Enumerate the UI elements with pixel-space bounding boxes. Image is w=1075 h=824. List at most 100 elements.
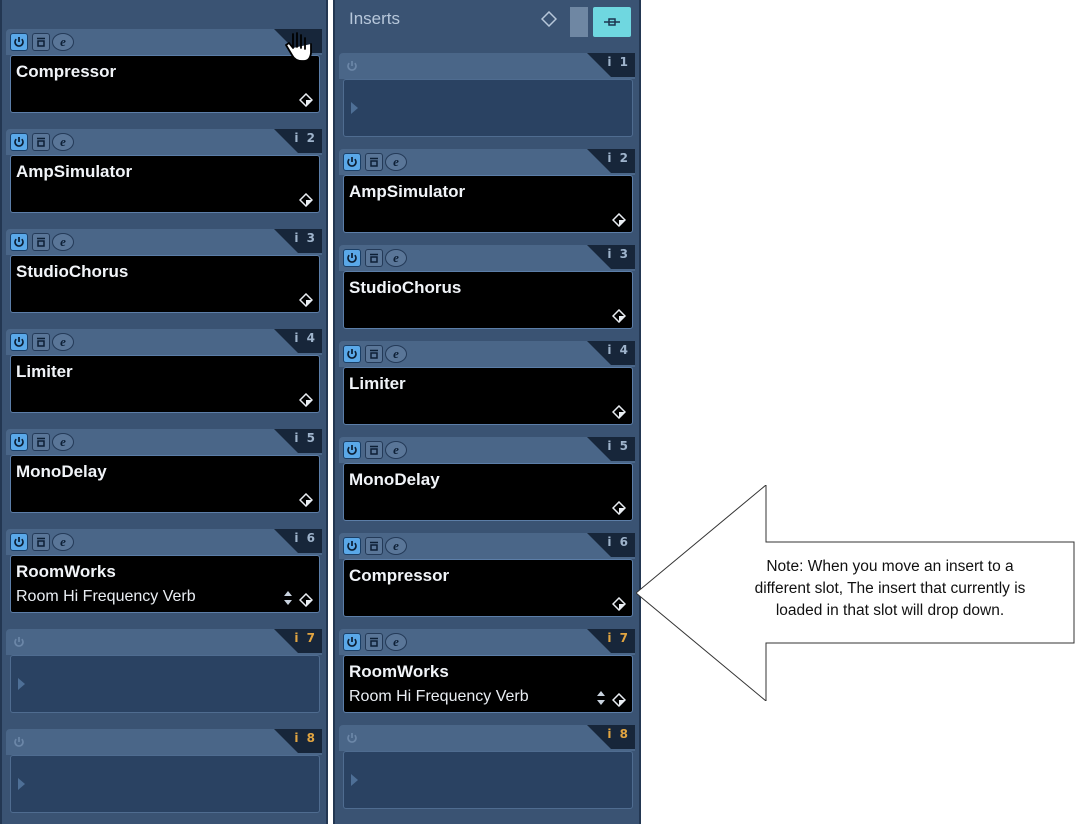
plugin-selector[interactable]: AmpSimulator xyxy=(10,155,320,213)
preset-name[interactable]: Room Hi Frequency Verb xyxy=(16,588,196,606)
plugin-selector[interactable]: Limiter xyxy=(10,355,320,413)
bypass-button[interactable] xyxy=(365,441,383,459)
bypass-icon xyxy=(370,637,378,647)
link-toggle-button[interactable] xyxy=(593,7,631,37)
edit-button[interactable]: e xyxy=(385,537,407,555)
empty-slot-selector[interactable] xyxy=(10,655,320,713)
plugin-selector[interactable]: Limiter xyxy=(343,367,633,425)
power-button[interactable] xyxy=(10,233,28,251)
diamond-icon[interactable] xyxy=(299,593,313,607)
power-button[interactable] xyxy=(10,33,28,51)
hand-cursor-icon xyxy=(285,32,312,62)
plugin-selector[interactable]: MonoDelay xyxy=(10,455,320,513)
preset-arrows-icon[interactable] xyxy=(596,690,606,706)
edit-button[interactable]: e xyxy=(52,133,74,151)
plugin-selector[interactable]: StudioChorus xyxy=(10,255,320,313)
empty-slot-selector[interactable] xyxy=(10,755,320,813)
inserts-title: Inserts xyxy=(349,9,401,28)
edit-button[interactable]: e xyxy=(385,153,407,171)
plugin-selector[interactable]: StudioChorus xyxy=(343,271,633,329)
note-line-1: Note: When you move an insert to a xyxy=(766,558,1014,575)
plugin-name: AmpSimulator xyxy=(16,162,133,181)
diamond-icon[interactable] xyxy=(612,405,626,419)
power-button[interactable] xyxy=(10,133,28,151)
play-icon xyxy=(18,678,25,690)
bypass-button[interactable] xyxy=(365,537,383,555)
diamond-icon[interactable] xyxy=(299,493,313,507)
bypass-icon xyxy=(370,349,378,359)
power-button[interactable] xyxy=(343,633,361,651)
power-button[interactable] xyxy=(10,333,28,351)
diamond-icon[interactable] xyxy=(612,309,626,323)
slot-number: i 4 xyxy=(607,343,630,357)
diamond-icon[interactable] xyxy=(299,293,313,307)
bypass-icon xyxy=(370,541,378,551)
power-button[interactable] xyxy=(343,537,361,555)
empty-slot-selector[interactable] xyxy=(343,79,633,137)
slot-number: i 8 xyxy=(294,731,317,745)
power-button[interactable] xyxy=(343,249,361,267)
edit-button[interactable]: e xyxy=(385,441,407,459)
edit-button[interactable]: e xyxy=(52,233,74,251)
slot-number: i 5 xyxy=(294,431,317,445)
plugin-name: Compressor xyxy=(349,566,450,585)
diamond-icon[interactable] xyxy=(299,93,313,107)
diamond-icon[interactable] xyxy=(299,193,313,207)
empty-slot-selector[interactable] xyxy=(343,751,633,809)
bypass-button[interactable] xyxy=(32,233,50,251)
right-inserts-panel: Inserts i 1 e i 2 AmpSimulator e i 3 StudioCho… xyxy=(333,0,641,824)
power-button[interactable] xyxy=(343,441,361,459)
edit-button[interactable]: e xyxy=(52,433,74,451)
edit-icon: e xyxy=(393,635,399,649)
power-button[interactable] xyxy=(343,729,361,747)
plugin-selector[interactable]: Compressor xyxy=(10,55,320,113)
bypass-button[interactable] xyxy=(365,249,383,267)
power-icon xyxy=(347,445,357,455)
bypass-button[interactable] xyxy=(32,533,50,551)
power-button[interactable] xyxy=(10,633,28,651)
power-button[interactable] xyxy=(343,345,361,363)
power-icon xyxy=(14,537,24,547)
power-button[interactable] xyxy=(343,153,361,171)
edit-button[interactable]: e xyxy=(52,33,74,51)
edit-button[interactable]: e xyxy=(385,633,407,651)
svg-text:e: e xyxy=(393,155,399,169)
edit-button[interactable]: e xyxy=(52,333,74,351)
diamond-icon[interactable] xyxy=(612,501,626,515)
bypass-button[interactable] xyxy=(365,153,383,171)
bypass-button[interactable] xyxy=(32,33,50,51)
bypass-button[interactable] xyxy=(365,633,383,651)
plugin-selector[interactable]: RoomWorks Room Hi Frequency Verb xyxy=(10,555,320,613)
diamond-icon[interactable] xyxy=(612,693,626,707)
plugin-selector[interactable]: MonoDelay xyxy=(343,463,633,521)
slot-header: e i 6 xyxy=(339,533,635,559)
bypass-button[interactable] xyxy=(32,433,50,451)
bypass-button[interactable] xyxy=(32,333,50,351)
power-button[interactable] xyxy=(10,433,28,451)
svg-text:e: e xyxy=(60,435,66,449)
power-button[interactable] xyxy=(10,733,28,751)
inserts-diamond-icon[interactable] xyxy=(541,11,557,27)
preset-arrows-icon[interactable] xyxy=(283,590,293,606)
edit-button[interactable]: e xyxy=(385,249,407,267)
slot-header: e i 4 xyxy=(6,329,322,355)
insert-slot-8: i 8 xyxy=(6,729,322,824)
bypass-button[interactable] xyxy=(365,345,383,363)
diamond-icon[interactable] xyxy=(299,393,313,407)
preset-name[interactable]: Room Hi Frequency Verb xyxy=(349,688,529,706)
edit-icon: e xyxy=(60,535,66,549)
plugin-name: RoomWorks xyxy=(349,662,449,681)
edit-button[interactable]: e xyxy=(52,533,74,551)
plugin-selector[interactable]: Compressor xyxy=(343,559,633,617)
slot-number: i 8 xyxy=(607,727,630,741)
diamond-icon[interactable] xyxy=(612,597,626,611)
diamond-icon[interactable] xyxy=(612,213,626,227)
power-icon xyxy=(347,157,357,167)
plugin-selector[interactable]: RoomWorks Room Hi Frequency Verb xyxy=(343,655,633,713)
power-button[interactable] xyxy=(10,533,28,551)
bypass-button[interactable] xyxy=(32,133,50,151)
edit-icon: e xyxy=(393,443,399,457)
plugin-selector[interactable]: AmpSimulator xyxy=(343,175,633,233)
power-button[interactable] xyxy=(343,57,361,75)
edit-button[interactable]: e xyxy=(385,345,407,363)
